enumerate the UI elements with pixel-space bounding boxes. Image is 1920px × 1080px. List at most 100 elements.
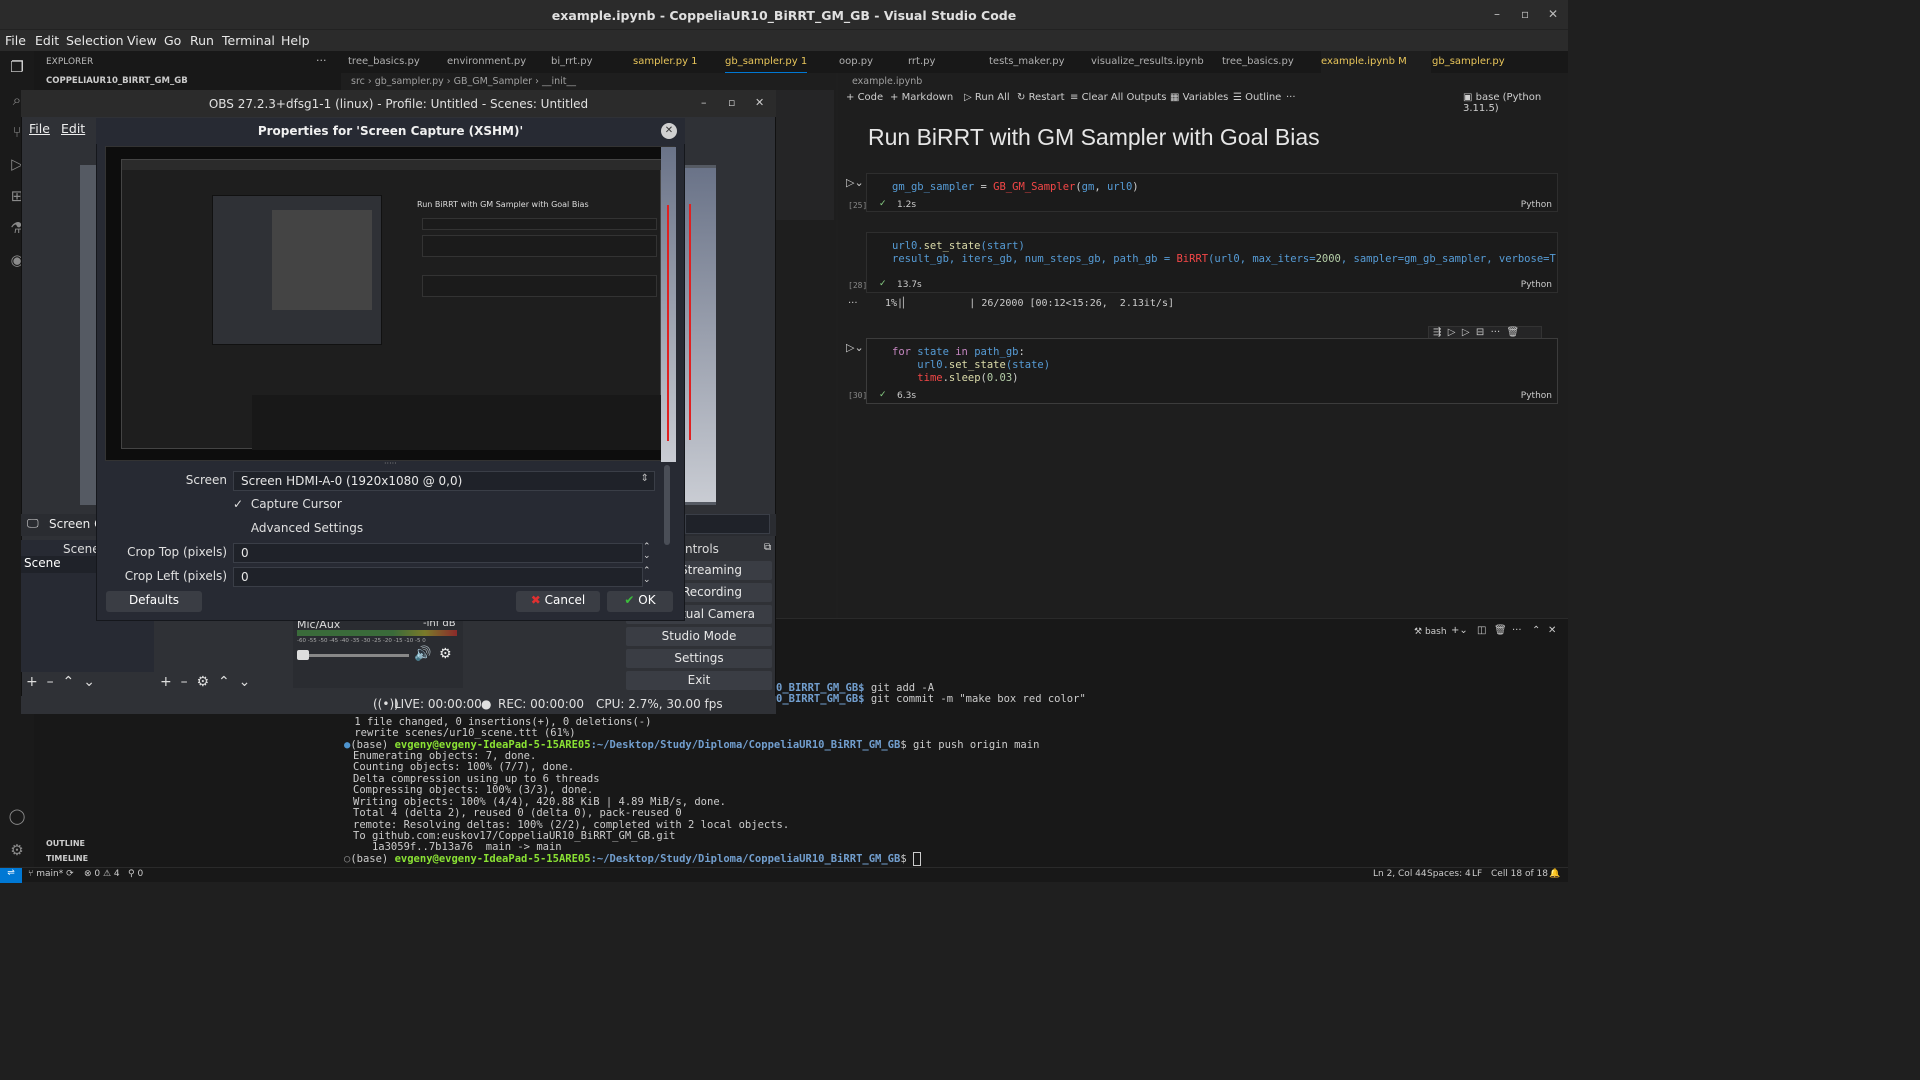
menu-go[interactable]: Go bbox=[164, 33, 181, 48]
menu-terminal[interactable]: Terminal bbox=[222, 33, 275, 48]
explorer-icon[interactable]: ❐ bbox=[7, 58, 27, 78]
speaker-icon[interactable]: 🔊 bbox=[414, 646, 431, 662]
exit-button[interactable]: Exit bbox=[626, 671, 772, 690]
tab-gb-sampler-right[interactable]: gb_sampler.py bbox=[1432, 51, 1505, 73]
run-below-icon[interactable]: ▷ bbox=[1462, 327, 1470, 338]
crop-top-stepper[interactable]: ⌃ ⌄ bbox=[643, 543, 651, 561]
project-folder[interactable]: COPPELIAUR10_BIRRT_GM_GB bbox=[46, 76, 188, 86]
more-icon[interactable]: ··· bbox=[1286, 92, 1296, 103]
close-icon[interactable]: ✕ bbox=[661, 123, 677, 139]
cancel-button[interactable]: ✖ Cancel bbox=[516, 591, 600, 612]
tab-gb-sampler[interactable]: gb_sampler.py 1 bbox=[725, 51, 808, 73]
source-properties-select[interactable] bbox=[685, 514, 770, 534]
source-name[interactable]: Screen C bbox=[49, 517, 102, 531]
crop-top-input[interactable]: 0 bbox=[233, 543, 643, 563]
code-cell[interactable]: gm_gb_sampler = GB_GM_Sampler(gm, url0) … bbox=[866, 173, 1558, 212]
move-down-icon[interactable]: ⌄ bbox=[83, 674, 95, 690]
split-cell-icon[interactable]: ⊟ bbox=[1476, 327, 1484, 338]
tab-oop[interactable]: oop.py bbox=[839, 51, 873, 73]
move-up-icon[interactable]: ⌃ bbox=[63, 674, 75, 690]
add-icon[interactable]: + bbox=[26, 674, 38, 690]
tab-tree-basics-2[interactable]: tree_basics.py bbox=[1222, 51, 1294, 73]
breadcrumb-method[interactable]: __init__ bbox=[542, 76, 576, 87]
minimize-icon[interactable]: – bbox=[1494, 7, 1500, 21]
move-up-icon[interactable]: ⌃ bbox=[218, 674, 230, 690]
volume-slider-handle[interactable] bbox=[297, 650, 309, 660]
code-cell[interactable]: for state in path_gb: url0.set_state(sta… bbox=[866, 338, 1558, 404]
cell-indicator[interactable]: Cell 18 of 18 bbox=[1491, 869, 1548, 879]
remote-indicator-icon[interactable]: ⇌ bbox=[0, 868, 22, 883]
breadcrumb-file[interactable]: gb_sampler.py bbox=[375, 76, 444, 87]
ok-button[interactable]: ✔ OK bbox=[607, 591, 673, 612]
screen-select[interactable]: Screen HDMI-A-0 (1920x1080 @ 0,0) ⇕ bbox=[233, 471, 655, 491]
terminal-prompt[interactable]: ○(base) evgeny@evgeny-IdeaPad-5-15ARE05:… bbox=[344, 852, 922, 866]
menu-help[interactable]: Help bbox=[281, 33, 310, 48]
outline-button[interactable]: ☰ Outline bbox=[1233, 92, 1281, 103]
minimize-icon[interactable]: – bbox=[701, 96, 707, 109]
obs-menu-edit[interactable]: Edit bbox=[61, 121, 85, 136]
split-terminal-icon[interactable]: ◫ bbox=[1477, 625, 1486, 636]
obs-menu-file[interactable]: File bbox=[29, 121, 50, 136]
tab-tests-maker[interactable]: tests_maker.py bbox=[989, 51, 1065, 73]
cell-language[interactable]: Python bbox=[1521, 200, 1552, 210]
code-cell[interactable]: url0.set_state(start) result_gb, iters_g… bbox=[866, 232, 1558, 293]
maximize-panel-icon[interactable]: ⌃ bbox=[1532, 625, 1540, 636]
new-terminal-icon[interactable]: +⌄ bbox=[1451, 625, 1468, 636]
restart-button[interactable]: ↻ Restart bbox=[1017, 92, 1065, 103]
breadcrumb-class[interactable]: GB_GM_Sampler bbox=[454, 76, 532, 87]
tab-rrt[interactable]: rrt.py bbox=[908, 51, 935, 73]
gear-icon[interactable]: ⚙ bbox=[439, 646, 452, 662]
more-icon[interactable]: ··· bbox=[1491, 327, 1501, 338]
menu-file[interactable]: File bbox=[5, 33, 26, 48]
kill-terminal-icon[interactable]: 🗑 bbox=[1494, 625, 1507, 636]
run-cell-icon[interactable]: ▷⌄ bbox=[846, 341, 864, 354]
studio-mode-button[interactable]: Studio Mode bbox=[626, 627, 772, 646]
run-all-button[interactable]: ▷ Run All bbox=[964, 92, 1010, 103]
close-icon[interactable]: ✕ bbox=[1548, 7, 1558, 21]
outline-section[interactable]: OUTLINE bbox=[46, 839, 85, 848]
volume-slider[interactable] bbox=[297, 654, 409, 657]
advanced-settings-checkbox[interactable]: Advanced Settings bbox=[233, 521, 363, 535]
menu-edit[interactable]: Edit bbox=[35, 33, 59, 48]
close-panel-icon[interactable]: ✕ bbox=[1548, 625, 1556, 636]
cell-language[interactable]: Python bbox=[1521, 280, 1552, 290]
add-icon[interactable]: + bbox=[160, 674, 172, 690]
tab-tree-basics[interactable]: tree_basics.py bbox=[348, 51, 420, 73]
minimap[interactable] bbox=[776, 90, 834, 220]
gear-icon[interactable]: ⚙ bbox=[7, 841, 27, 861]
branch-indicator[interactable]: ⑂ main* ⟳ bbox=[28, 869, 74, 879]
indentation[interactable]: Spaces: 4 bbox=[1427, 869, 1471, 879]
maximize-icon[interactable]: ▫ bbox=[728, 96, 735, 109]
output-more-icon[interactable]: ··· bbox=[848, 298, 858, 309]
undock-icon[interactable]: ⧉ bbox=[764, 542, 771, 553]
cursor-position[interactable]: Ln 2, Col 44 bbox=[1373, 869, 1427, 879]
run-above-icon[interactable]: ▷ bbox=[1448, 327, 1456, 338]
gear-icon[interactable]: ⚙ bbox=[197, 674, 210, 690]
menu-selection[interactable]: Selection bbox=[66, 33, 124, 48]
notifications-icon[interactable]: 🔔 bbox=[1549, 869, 1560, 879]
kernel-picker[interactable]: ▣ base (Python 3.11.5) bbox=[1463, 92, 1568, 114]
tab-visualize-results[interactable]: visualize_results.ipynb bbox=[1091, 51, 1204, 73]
add-code-button[interactable]: + Code bbox=[846, 92, 883, 103]
maximize-icon[interactable]: ▫ bbox=[1521, 7, 1529, 21]
menu-run[interactable]: Run bbox=[190, 33, 214, 48]
run-by-line-icon[interactable]: ⇶ bbox=[1433, 327, 1441, 338]
notebook-breadcrumb[interactable]: example.ipynb bbox=[852, 76, 922, 87]
breadcrumb-src[interactable]: src bbox=[351, 76, 365, 87]
run-cell-icon[interactable]: ▷⌄ bbox=[846, 176, 864, 189]
remove-icon[interactable]: – bbox=[47, 674, 54, 690]
resize-handle[interactable]: ····· bbox=[384, 459, 397, 468]
terminal-shell[interactable]: ⚒ bash bbox=[1414, 627, 1447, 637]
crop-left-stepper[interactable]: ⌃ ⌄ bbox=[643, 567, 651, 585]
tab-sampler[interactable]: sampler.py 1 bbox=[633, 51, 698, 73]
account-icon[interactable]: ◯ bbox=[7, 807, 27, 827]
scrollbar[interactable] bbox=[664, 465, 670, 545]
tab-example-ipynb[interactable]: example.ipynb M bbox=[1321, 51, 1431, 73]
defaults-button[interactable]: Defaults bbox=[106, 591, 202, 612]
timeline-section[interactable]: TIMELINE bbox=[46, 854, 88, 863]
settings-button[interactable]: Settings bbox=[626, 649, 772, 668]
tab-bi-rrt[interactable]: bi_rrt.py bbox=[551, 51, 593, 73]
variables-button[interactable]: ▦ Variables bbox=[1170, 92, 1228, 103]
delete-icon[interactable]: 🗑 bbox=[1507, 327, 1520, 338]
capture-cursor-checkbox[interactable]: ✓ Capture Cursor bbox=[233, 497, 342, 511]
